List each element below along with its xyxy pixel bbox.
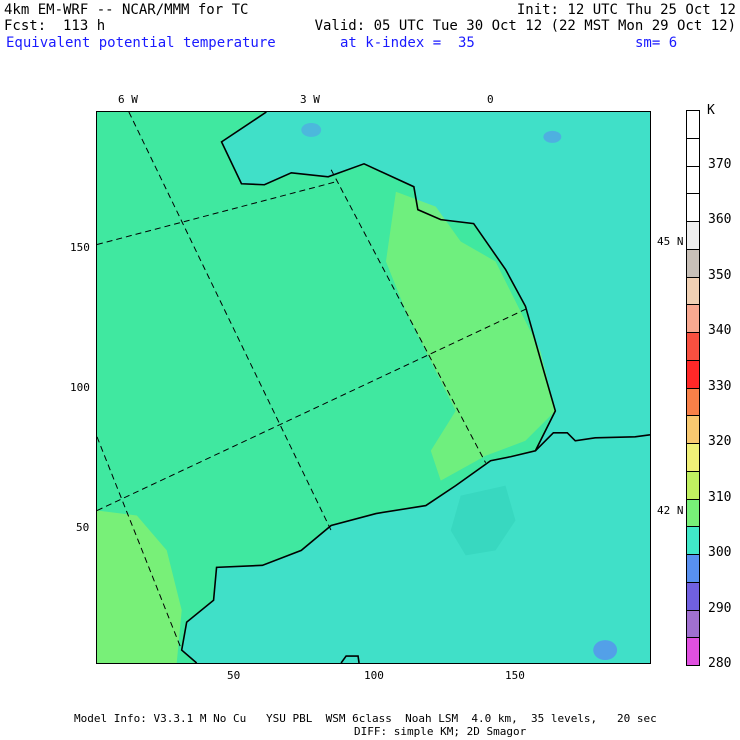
model-title: 4km EM-WRF -- NCAR/MMM for TC [4,2,249,18]
legend-swatch [686,359,700,389]
legend-swatch [686,193,700,222]
y-tick-50: 50 [76,521,90,534]
color-legend [686,110,702,666]
blue-patch-east [543,130,562,143]
legend-swatch [686,276,700,306]
init-time: Init: 12 UTC Thu 25 Oct 12 [516,2,736,18]
legend-unit: K [707,103,715,118]
forecast-hour: Fcst: 113 h [4,18,106,34]
legend-swatch [686,110,700,139]
lon-label-0: 0 [487,93,494,106]
legend-swatch [686,470,700,500]
legend-swatch [686,581,700,611]
x-tick-50: 50 [227,669,241,682]
legend-label: 370 [708,156,732,172]
legend-label: 350 [708,267,732,283]
legend-swatch [686,248,700,278]
x-tick-100: 100 [364,669,384,682]
legend-label: 300 [708,545,732,560]
legend-swatch [686,221,700,250]
legend-label: 280 [708,656,732,671]
footer-model-info: Model Info: V3.3.1 M No Cu YSU PBL WSM 6… [74,712,657,725]
legend-label: 360 [708,212,732,227]
legend-swatch [686,165,700,195]
smoothing-info: sm= 6 [635,35,678,51]
legend-swatch [686,415,700,444]
legend-label: 330 [708,378,732,394]
map-plot [96,111,651,664]
legend-swatch [686,526,700,555]
legend-swatch [686,443,700,472]
field-name: Equivalent potential temperature [6,35,276,51]
level-info: at k-index = 35 [340,35,475,51]
legend-swatch [686,554,700,583]
y-tick-150: 150 [70,241,90,254]
lon-label-3w: 3 W [300,93,320,106]
legend-label: 320 [708,434,732,449]
legend-swatch [686,304,700,333]
lon-label-6w: 6 W [118,93,138,106]
blue-patch-north [301,122,322,137]
legend-label: 290 [708,600,732,616]
legend-swatch [686,637,700,666]
legend-swatch [686,387,700,417]
valid-time: Valid: 05 UTC Tue 30 Oct 12 (22 MST Mon … [314,18,736,34]
legend-label: 340 [708,323,732,338]
lat-label-45n: 45 N [657,235,684,248]
legend-swatch [686,498,700,528]
legend-swatch [686,609,700,639]
blue-patch-south [593,640,618,661]
y-tick-100: 100 [70,381,90,394]
legend-label: 310 [708,489,732,505]
legend-swatch [686,332,700,361]
lat-label-42n: 42 N [657,504,684,517]
x-tick-150: 150 [505,669,525,682]
footer-diffusion-info: DIFF: simple KM; 2D Smagor [354,725,527,738]
legend-swatch [686,137,700,167]
